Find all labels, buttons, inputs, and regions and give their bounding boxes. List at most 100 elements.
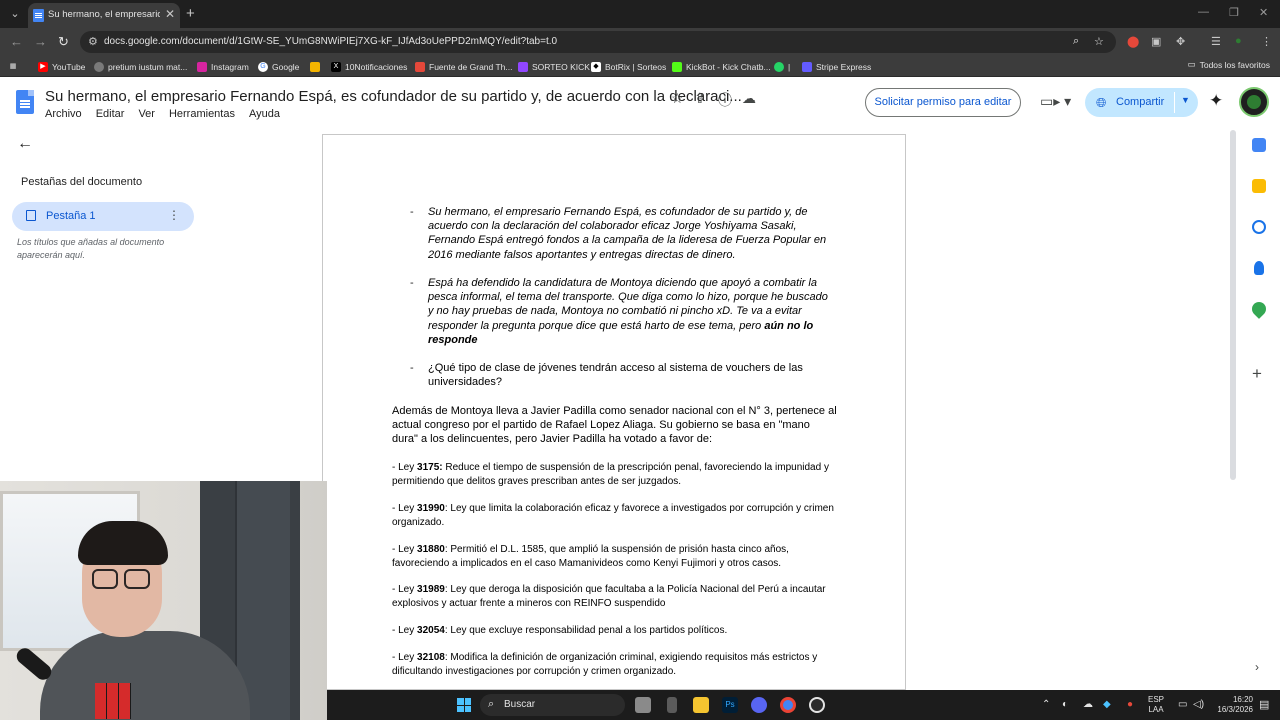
tab-more-options-icon[interactable]: ⋮: [168, 208, 180, 222]
tab-close-icon[interactable]: ✕: [165, 7, 175, 21]
extension-icon[interactable]: ▣: [1151, 35, 1161, 48]
app-icon[interactable]: [667, 697, 677, 713]
new-tab-icon[interactable]: +: [186, 5, 195, 22]
windows-taskbar: ⌕ Buscar Ps ⌃ ◐ ☁ ◆ ● ESP LAA ▭ ◁) 16:20 1…: [327, 690, 1280, 720]
close-window-icon[interactable]: ✕: [1259, 6, 1268, 19]
extensions-puzzle-icon[interactable]: ✥: [1176, 35, 1185, 48]
info-icon[interactable]: ⓘ: [718, 90, 732, 110]
kickbot-icon: [672, 61, 682, 72]
bookmark-whatsapp[interactable]: |: [774, 59, 790, 74]
bookmark-google[interactable]: G Google: [258, 59, 299, 74]
forward-nav-icon[interactable]: →: [34, 34, 47, 49]
whatsapp-icon: [774, 61, 784, 72]
show-side-panel-icon[interactable]: ›: [1255, 660, 1259, 674]
photoshop-icon[interactable]: Ps: [722, 697, 738, 713]
bookmark-10notificaciones[interactable]: X 10Notificaciones: [331, 59, 407, 74]
law-item: - Ley 32108: Modifica la definición de o…: [392, 652, 818, 677]
contacts-icon[interactable]: [1254, 261, 1264, 275]
close-outline-arrow-icon[interactable]: ←: [17, 135, 33, 153]
extension-red-icon[interactable]: ⬤: [1127, 35, 1139, 48]
menu-archivo[interactable]: Archivo: [45, 108, 82, 120]
reload-icon[interactable]: ↻: [58, 34, 69, 50]
law-item: - Ley 3175: Reduce el tiempo de suspensi…: [392, 462, 829, 487]
taskbar-search[interactable]: ⌕ Buscar: [480, 694, 625, 716]
tray-chevron-icon[interactable]: ⌃: [1042, 699, 1050, 710]
star-icon[interactable]: ☆: [671, 90, 684, 107]
volume-icon[interactable]: ◁): [1193, 699, 1204, 710]
gemini-sparkle-icon[interactable]: ✦: [1209, 91, 1223, 111]
menu-herramientas[interactable]: Herramientas: [169, 108, 235, 120]
document-title[interactable]: Su hermano, el empresario Fernando Espá,…: [45, 88, 742, 105]
task-view-icon[interactable]: [635, 697, 651, 713]
chrome-icon[interactable]: [780, 697, 796, 713]
notification-bell-icon[interactable]: ▤: [1259, 698, 1269, 711]
back-nav-icon[interactable]: ←: [10, 34, 23, 49]
tab-title: Su hermano, el empresario Fern: [48, 9, 160, 20]
request-edit-button[interactable]: Solicitar permiso para editar: [865, 88, 1021, 117]
tab-search-icon[interactable]: ⌄: [6, 5, 24, 23]
keep-icon[interactable]: [1252, 179, 1266, 193]
site-info-icon[interactable]: ⚙: [88, 35, 98, 48]
tab-search-list-icon[interactable]: ☰: [1211, 35, 1221, 48]
zoom-icon[interactable]: ⌕: [1073, 35, 1079, 48]
minimize-icon[interactable]: —: [1198, 6, 1209, 18]
browser-tabstrip: ⌄ Su hermano, el empresario Fern ✕ + — ❐…: [0, 0, 1280, 28]
document-tab-item[interactable]: Pestaña 1 ⋮: [12, 202, 194, 231]
bullet-marker: -: [410, 362, 414, 374]
tray-mic-icon[interactable]: ●: [1127, 699, 1133, 710]
tasks-icon[interactable]: [1252, 220, 1266, 234]
apps-grid-icon[interactable]: ▦: [8, 59, 18, 74]
menu-editar[interactable]: Editar: [96, 108, 125, 120]
bullet-item: Su hermano, el empresario Fernando Espá,…: [428, 206, 827, 261]
language-indicator[interactable]: ESP LAA: [1148, 695, 1164, 715]
add-addon-icon[interactable]: +: [1252, 364, 1262, 384]
bookmark-youtube[interactable]: ▶ YouTube: [38, 59, 85, 74]
windows-start-icon[interactable]: [457, 698, 471, 712]
taskbar-clock[interactable]: 16:20 16/3/2026: [1207, 695, 1253, 715]
share-dropdown-icon[interactable]: ▼: [1181, 95, 1190, 105]
share-divider: [1174, 92, 1175, 113]
share-label: Compartir: [1116, 96, 1165, 108]
file-explorer-icon[interactable]: [693, 697, 709, 713]
rubiks-cube: [95, 683, 131, 719]
bookmark-stripe[interactable]: Stripe Express: [802, 59, 871, 74]
bookmark-misc[interactable]: [310, 59, 320, 74]
bookmark-pretium[interactable]: pretium iustum mat...: [94, 59, 187, 74]
network-icon[interactable]: ▭: [1178, 699, 1187, 710]
tray-app-icon[interactable]: ◐: [1062, 699, 1068, 710]
address-bar[interactable]: ⚙ docs.google.com/document/d/1GtW-SE_YUm…: [80, 31, 1116, 53]
document-tab-label: Pestaña 1: [46, 210, 96, 222]
profile-icon[interactable]: ●: [1235, 35, 1242, 47]
maximize-icon[interactable]: ❐: [1229, 6, 1239, 19]
share-button[interactable]: 🌐︎ Compartir ▼: [1085, 88, 1198, 117]
body-paragraph: Además de Montoya lleva a Javier Padilla…: [392, 405, 837, 446]
browser-menu-icon[interactable]: ⋮: [1261, 35, 1272, 48]
discord-icon[interactable]: [751, 697, 767, 713]
bullet-marker: -: [410, 277, 414, 289]
avatar[interactable]: [1239, 87, 1269, 117]
meet-video-icon[interactable]: ▭▸ ▾: [1040, 93, 1071, 110]
bookmark-kickbot[interactable]: KickBot - Kick Chatb...: [672, 59, 771, 74]
docs-logo-icon[interactable]: [16, 90, 34, 114]
bookmark-sorteo-kick[interactable]: SORTEO KICK: [518, 59, 590, 74]
calendar-icon[interactable]: [1252, 138, 1266, 152]
bookmark-fuente[interactable]: Fuente de Grand Th...: [415, 59, 512, 74]
bookmark-instagram[interactable]: Instagram: [197, 59, 249, 74]
vertical-scrollbar[interactable]: [1230, 130, 1236, 480]
move-folder-icon[interactable]: ⇪: [694, 90, 706, 107]
menu-ayuda[interactable]: Ayuda: [249, 108, 280, 120]
law-item: - Ley 31880: Permitió el D.L. 1585, que …: [392, 544, 789, 569]
browser-tab-active[interactable]: Su hermano, el empresario Fern ✕: [28, 3, 180, 28]
obs-icon[interactable]: [809, 697, 825, 713]
stripe-icon: [802, 61, 812, 72]
bookmark-star-icon[interactable]: ☆: [1094, 35, 1104, 48]
cloud-status-icon[interactable]: ☁: [742, 90, 756, 107]
bookmark-botrix[interactable]: ◆ BotRix | Sorteos: [591, 59, 666, 74]
google-icon: G: [258, 61, 268, 72]
menu-ver[interactable]: Ver: [138, 108, 155, 120]
instagram-icon: [197, 61, 207, 72]
tray-app2-icon[interactable]: ◆: [1103, 699, 1111, 710]
tray-cloud-icon[interactable]: ☁: [1083, 699, 1093, 710]
all-bookmarks-folder[interactable]: ▭ Todos los favoritos: [1188, 59, 1270, 70]
maps-icon[interactable]: [1249, 299, 1269, 319]
